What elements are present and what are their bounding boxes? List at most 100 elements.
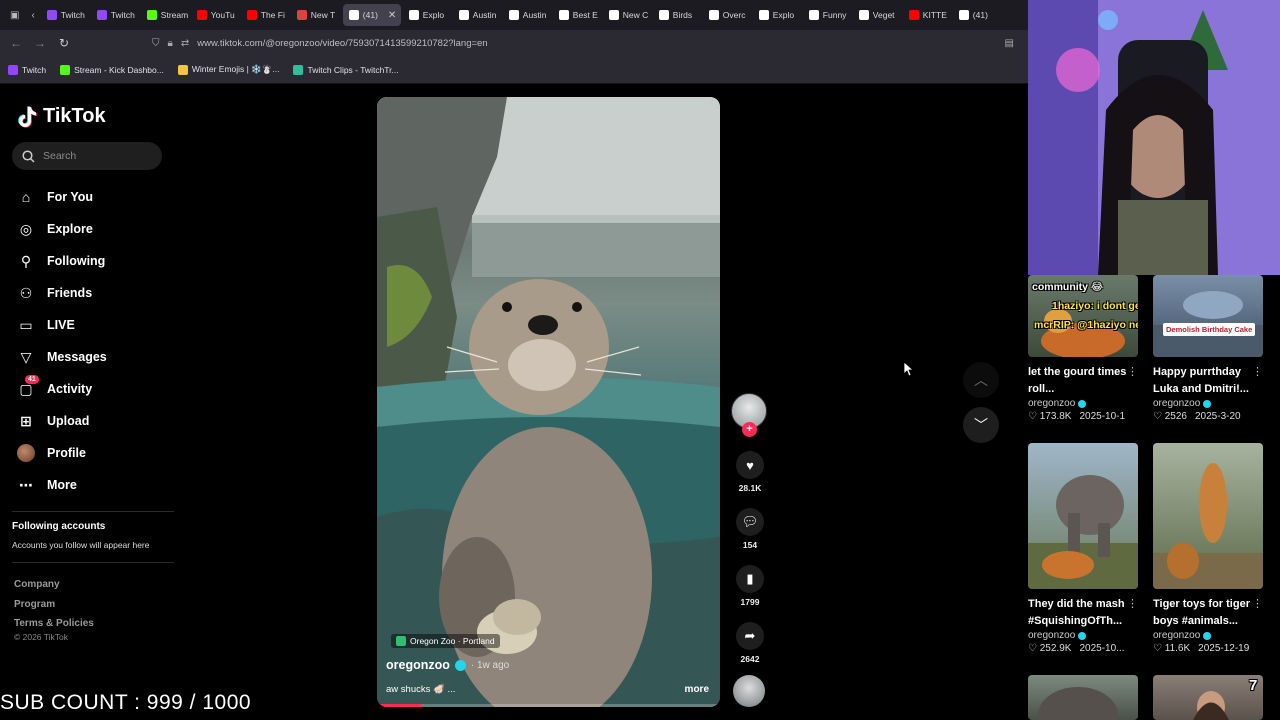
sidebar-item-live[interactable]: ▭ LIVE: [17, 309, 107, 341]
tab-label: (41): [362, 10, 378, 20]
tab-list-icon[interactable]: ▣: [4, 10, 25, 21]
more-options-icon[interactable]: ⋮: [1127, 597, 1138, 610]
location-tag[interactable]: Oregon Zoo · Portland: [391, 634, 500, 648]
tiktok-logo[interactable]: TikTok: [17, 105, 106, 128]
video-author[interactable]: oregonzoo: [1153, 630, 1263, 641]
like-button[interactable]: ♥: [736, 451, 764, 479]
sidebar-item-upload[interactable]: ⊞ Upload: [17, 405, 107, 437]
browser-tab[interactable]: Explo: [403, 0, 453, 30]
video-progress-bar[interactable]: [377, 704, 720, 707]
sidebar-item-activity[interactable]: ▢ 41 Activity: [17, 373, 107, 405]
video-title[interactable]: They did the mash #SquishingOfTh...: [1028, 596, 1138, 629]
video-card[interactable]: They did the mash #SquishingOfTh... ⋮ or…: [1028, 443, 1138, 654]
video-thumbnail[interactable]: 7: [1153, 675, 1263, 720]
browser-tab[interactable]: (41): [953, 0, 1003, 30]
bookmark-item[interactable]: Twitch: [8, 64, 47, 75]
browser-tab[interactable]: New T: [291, 0, 341, 30]
video-card[interactable]: Demolish Birthday Cake Happy purrthday L…: [1153, 275, 1263, 422]
tab-favicon-icon: [408, 10, 419, 20]
forward-button[interactable]: →: [28, 36, 52, 50]
more-options-icon[interactable]: ⋮: [1252, 597, 1263, 610]
save-action: ▮ 1799: [731, 565, 769, 607]
browser-tab[interactable]: New C: [603, 0, 653, 30]
video-thumbnail[interactable]: Demolish Birthday Cake: [1153, 275, 1263, 357]
more-options-icon[interactable]: ⋮: [1252, 365, 1263, 378]
shield-icon[interactable]: ⛉: [152, 38, 160, 49]
sidebar-item-label: Profile: [47, 446, 86, 460]
video-thumbnail[interactable]: [1028, 443, 1138, 589]
browser-tab[interactable]: Overc: [703, 0, 753, 30]
browser-tab[interactable]: Veget: [853, 0, 903, 30]
sidebar-item-for-you[interactable]: ⌂ For You: [17, 181, 107, 213]
browser-tab[interactable]: Best E: [553, 0, 603, 30]
tab-favicon-icon: [808, 10, 819, 20]
more-caption-button[interactable]: more: [685, 684, 709, 695]
close-tab-icon[interactable]: ✕: [388, 10, 396, 21]
sidebar-item-friends[interactable]: ⚇ Friends: [17, 277, 107, 309]
browser-tab[interactable]: Twitch: [91, 0, 141, 30]
video-card[interactable]: 7: [1153, 675, 1263, 720]
sidebar-item-label: Friends: [47, 286, 93, 300]
share-button[interactable]: ➦: [736, 622, 764, 650]
lock-icon[interactable]: 🔒︎: [168, 38, 173, 49]
bookmark-item[interactable]: Winter Emojis | ❄️☃️...: [177, 64, 279, 75]
sidebar-item-more[interactable]: ⋯ More: [17, 469, 107, 501]
comment-button[interactable]: 💬︎: [736, 508, 764, 536]
reader-view-icon[interactable]: ▤: [1005, 38, 1014, 49]
video-author[interactable]: oregonzoo: [1153, 398, 1263, 409]
tab-scroll-left-icon[interactable]: ‹: [25, 10, 40, 21]
previous-video-button[interactable]: ︿: [963, 362, 999, 398]
browser-tab[interactable]: Birds: [653, 0, 703, 30]
footer-link-company[interactable]: Company: [14, 575, 94, 595]
chevron-up-icon: ︿: [974, 372, 988, 388]
url-bar[interactable]: ⛉ 🔒︎ ⇄ www.tiktok.com/@oregonzoo/video/7…: [152, 33, 1022, 53]
video-card[interactable]: Tiger toys for tiger boys #animals... ⋮ …: [1153, 443, 1263, 654]
browser-tab[interactable]: Explo: [753, 0, 803, 30]
video-thumbnail[interactable]: [1153, 443, 1263, 589]
video-thumbnail[interactable]: community 😂 1haziyo: i dont get it bro m…: [1028, 275, 1138, 357]
sidebar-item-messages[interactable]: ▽ Messages: [17, 341, 107, 373]
video-title[interactable]: Happy purrthday Luka and Dmitri!...: [1153, 364, 1263, 397]
bookmark-item[interactable]: Twitch Clips - TwitchTr...: [293, 64, 399, 75]
search-input[interactable]: Search: [12, 142, 162, 170]
more-icon: ⋯: [19, 476, 33, 493]
video-player[interactable]: Oregon Zoo · Portland oregonzoo · 1w ago…: [377, 97, 720, 707]
browser-tab[interactable]: Stream: [141, 0, 191, 30]
music-disc-avatar[interactable]: [733, 675, 765, 707]
video-author[interactable]: oregonzoo: [1028, 398, 1138, 409]
bookmark-label: Twitch: [22, 64, 47, 75]
tab-favicon-icon: [458, 10, 469, 20]
next-video-button[interactable]: ﹀: [963, 407, 999, 443]
video-author[interactable]: oregonzoo: [1028, 630, 1138, 641]
video-thumbnail[interactable]: [1028, 675, 1138, 720]
webcam-overlay: [1028, 0, 1280, 275]
footer-link-program[interactable]: Program: [14, 595, 94, 615]
video-card[interactable]: community 😂 1haziyo: i dont get it bro m…: [1028, 275, 1138, 422]
verified-badge-icon: [1203, 399, 1212, 408]
sidebar-item-following[interactable]: ⚲ Following: [17, 245, 107, 277]
author-username[interactable]: oregonzoo: [386, 658, 450, 672]
save-button[interactable]: ▮: [736, 565, 764, 593]
url-text[interactable]: www.tiktok.com/@oregonzoo/video/75930714…: [197, 38, 487, 49]
browser-tab[interactable]: YouTu: [191, 0, 241, 30]
browser-tab[interactable]: Austin: [453, 0, 503, 30]
sidebar-item-explore[interactable]: ◎ Explore: [17, 213, 107, 245]
browser-tab[interactable]: (41) ✕: [342, 4, 401, 26]
reload-button[interactable]: ↻: [52, 36, 76, 50]
footer-link-terms[interactable]: Terms & Policies: [14, 614, 94, 634]
back-button[interactable]: ←: [4, 36, 28, 50]
browser-tab[interactable]: Twitch: [41, 0, 91, 30]
browser-tab[interactable]: The Fi: [241, 0, 291, 30]
sidebar-item-profile[interactable]: Profile: [17, 437, 107, 469]
browser-tab[interactable]: KITTE: [903, 0, 953, 30]
bookmark-item[interactable]: Stream - Kick Dashbo...: [60, 64, 164, 75]
creator-avatar[interactable]: +: [731, 393, 767, 437]
browser-tab[interactable]: Funny: [803, 0, 853, 30]
browser-tab[interactable]: Austin: [503, 0, 553, 30]
follow-plus-icon[interactable]: +: [742, 422, 757, 437]
permissions-icon[interactable]: ⇄: [181, 38, 189, 49]
more-options-icon[interactable]: ⋮: [1127, 365, 1138, 378]
video-card[interactable]: [1028, 675, 1138, 720]
video-title[interactable]: let the gourd times roll...: [1028, 364, 1138, 397]
video-title[interactable]: Tiger toys for tiger boys #animals...: [1153, 596, 1263, 629]
